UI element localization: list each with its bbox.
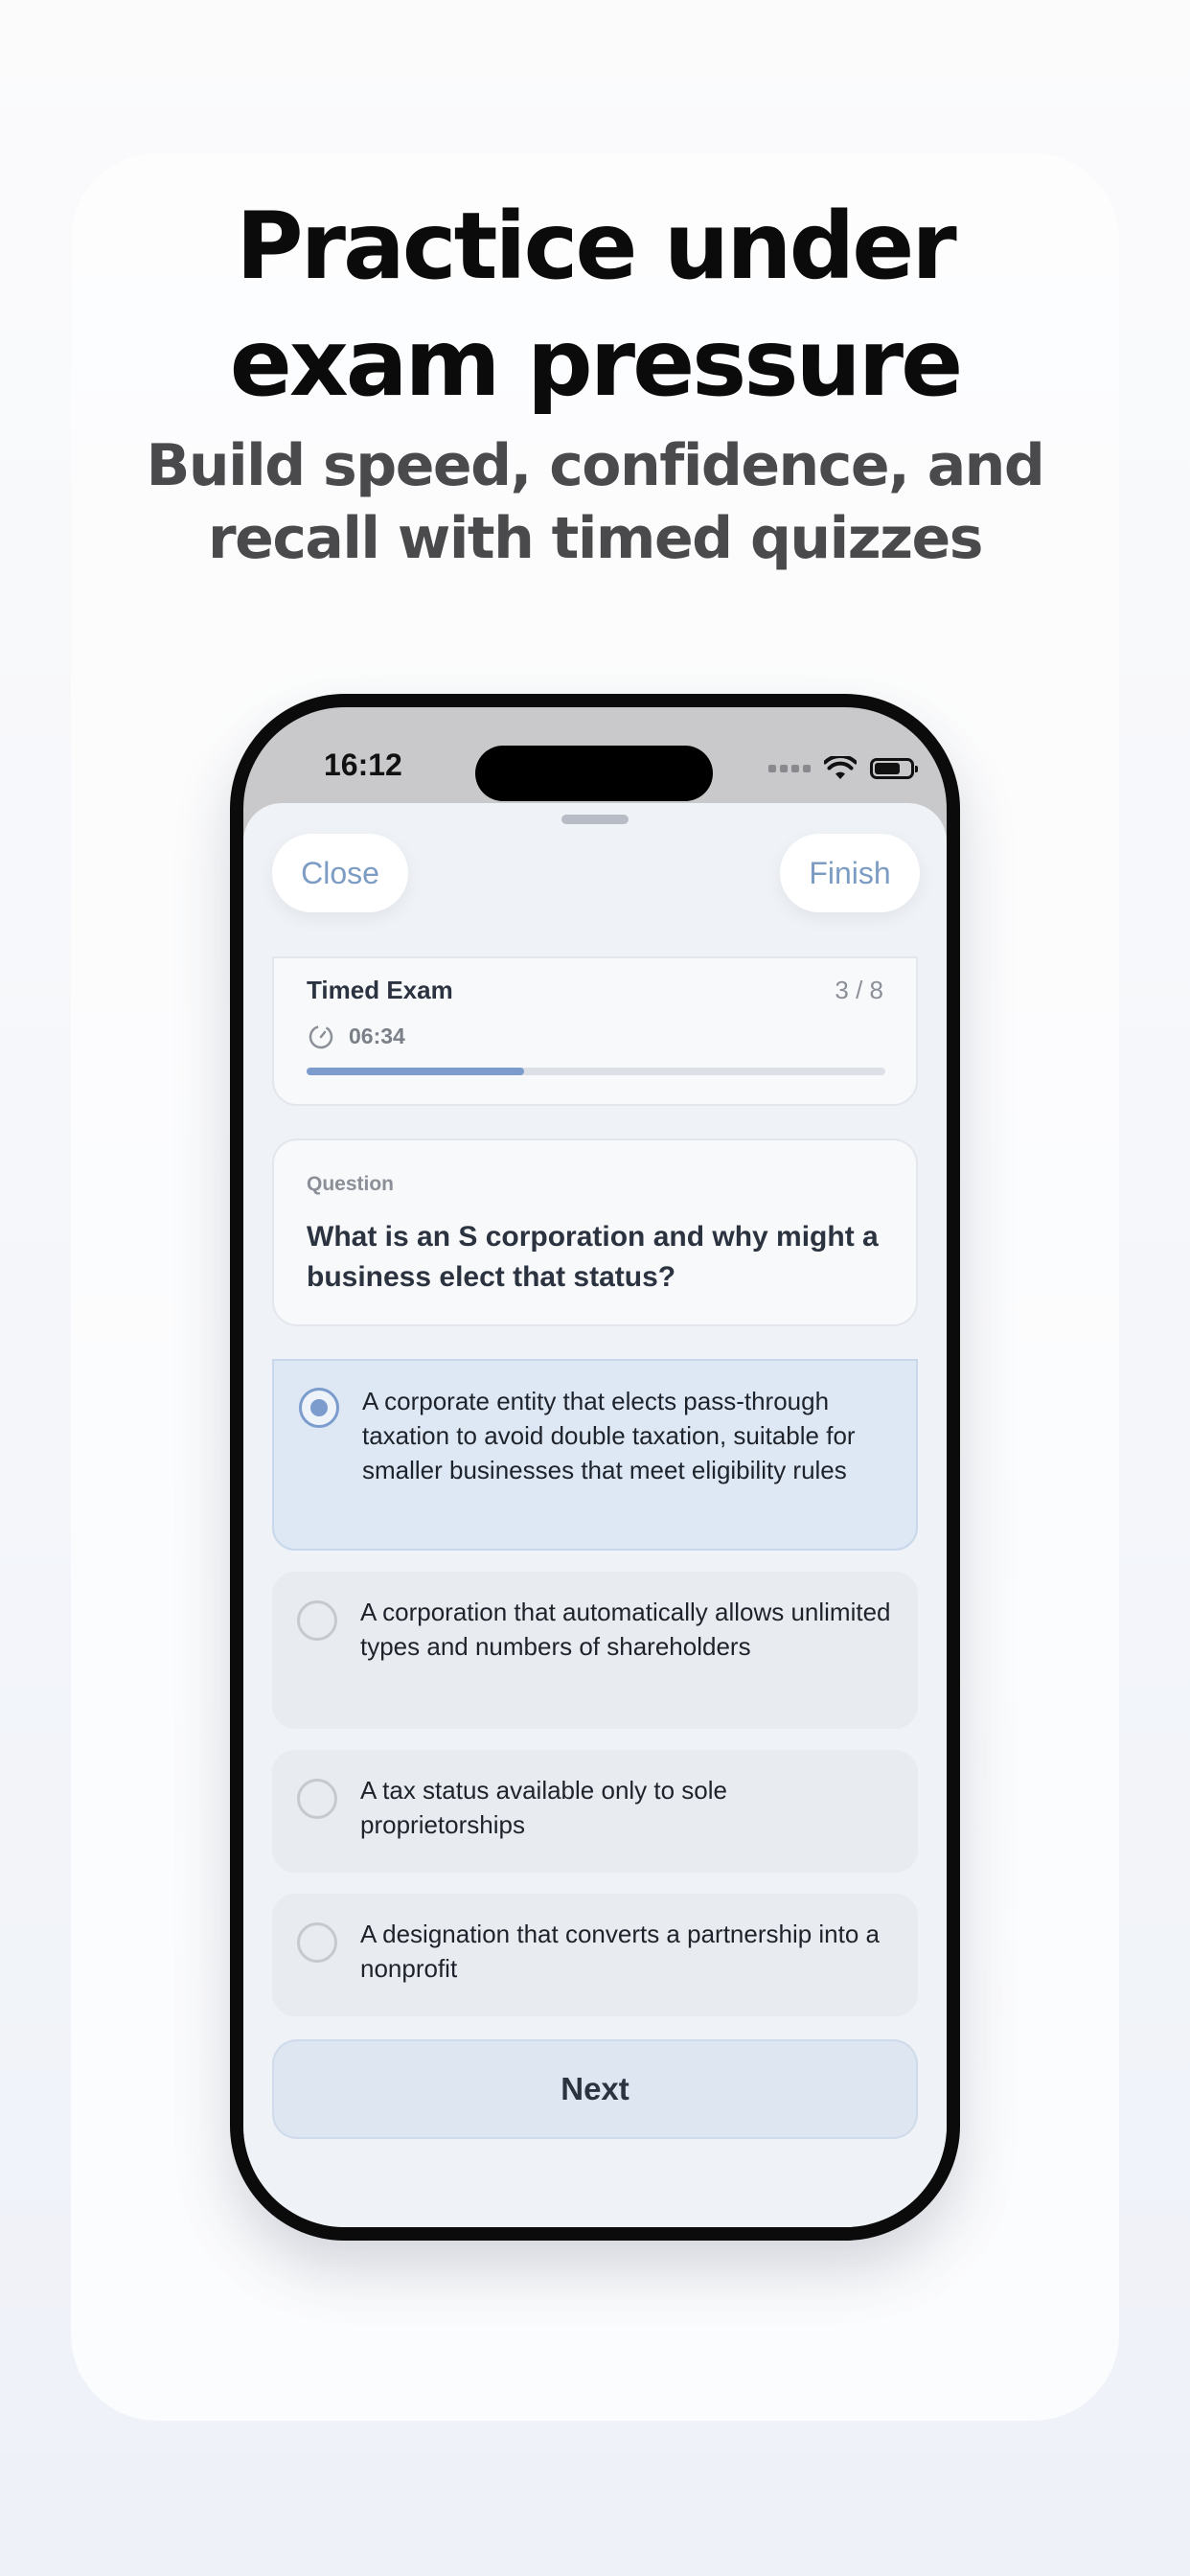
hero-subtitle: Build speed, confidence, and recall with… bbox=[0, 429, 1190, 575]
progress-bar bbox=[307, 1068, 885, 1075]
answer-text: A corporate entity that elects pass-thro… bbox=[362, 1387, 856, 1484]
timer-value: 06:34 bbox=[349, 1023, 405, 1048]
radio-icon[interactable] bbox=[297, 1922, 337, 1963]
answer-option-3[interactable]: A tax status available only to sole prop… bbox=[272, 1750, 918, 1873]
phone-frame: 16:12 Close Finish Timed Exam 3 / 8 06:3… bbox=[230, 694, 960, 2241]
answer-text: A corporation that automatically allows … bbox=[360, 1598, 891, 1661]
hero-title-line-1: Practice under bbox=[236, 193, 956, 300]
answer-text: A tax status available only to sole prop… bbox=[360, 1776, 728, 1839]
quiz-sheet: Close Finish Timed Exam 3 / 8 06:34 Ques… bbox=[243, 803, 947, 2227]
answer-option-1[interactable]: A corporate entity that elects pass-thro… bbox=[272, 1359, 918, 1551]
status-time: 16:12 bbox=[324, 748, 402, 782]
finish-button[interactable]: Finish bbox=[780, 834, 920, 912]
radio-icon[interactable] bbox=[297, 1779, 337, 1819]
timer-row: 06:34 bbox=[307, 1022, 405, 1050]
question-text: What is an S corporation and why might a… bbox=[307, 1221, 879, 1293]
exam-status-card: Timed Exam 3 / 8 06:34 bbox=[272, 956, 918, 1106]
dynamic-island bbox=[475, 746, 713, 801]
question-card: Question What is an S corporation and wh… bbox=[272, 1138, 918, 1326]
question-counter: 3 / 8 bbox=[835, 976, 883, 1004]
radio-icon[interactable] bbox=[297, 1600, 337, 1641]
close-button[interactable]: Close bbox=[272, 834, 408, 912]
question-label: Question bbox=[307, 1173, 395, 1195]
hero-subtitle-line-1: Build speed, confidence, and bbox=[146, 432, 1045, 499]
phone-screen: 16:12 Close Finish Timed Exam 3 / 8 06:3… bbox=[243, 707, 947, 2227]
answer-option-4[interactable]: A designation that converts a partnershi… bbox=[272, 1894, 918, 2016]
hero-title: Practice under exam pressure bbox=[0, 188, 1190, 422]
timer-icon bbox=[309, 1024, 333, 1049]
progress-fill bbox=[307, 1068, 524, 1075]
exam-title: Timed Exam bbox=[307, 976, 453, 1004]
radio-selected-icon[interactable] bbox=[299, 1388, 339, 1428]
battery-icon bbox=[870, 758, 918, 779]
answer-option-2[interactable]: A corporation that automatically allows … bbox=[272, 1572, 918, 1729]
hero-title-line-2: exam pressure bbox=[229, 310, 964, 417]
status-icons bbox=[768, 751, 918, 786]
next-button[interactable]: Next bbox=[272, 2039, 918, 2139]
wifi-icon bbox=[824, 756, 857, 779]
sheet-grabber[interactable] bbox=[561, 815, 629, 824]
hero-subtitle-line-2: recall with timed quizzes bbox=[208, 505, 983, 572]
answer-text: A designation that converts a partnershi… bbox=[360, 1920, 881, 1983]
signal-icon bbox=[768, 765, 811, 772]
